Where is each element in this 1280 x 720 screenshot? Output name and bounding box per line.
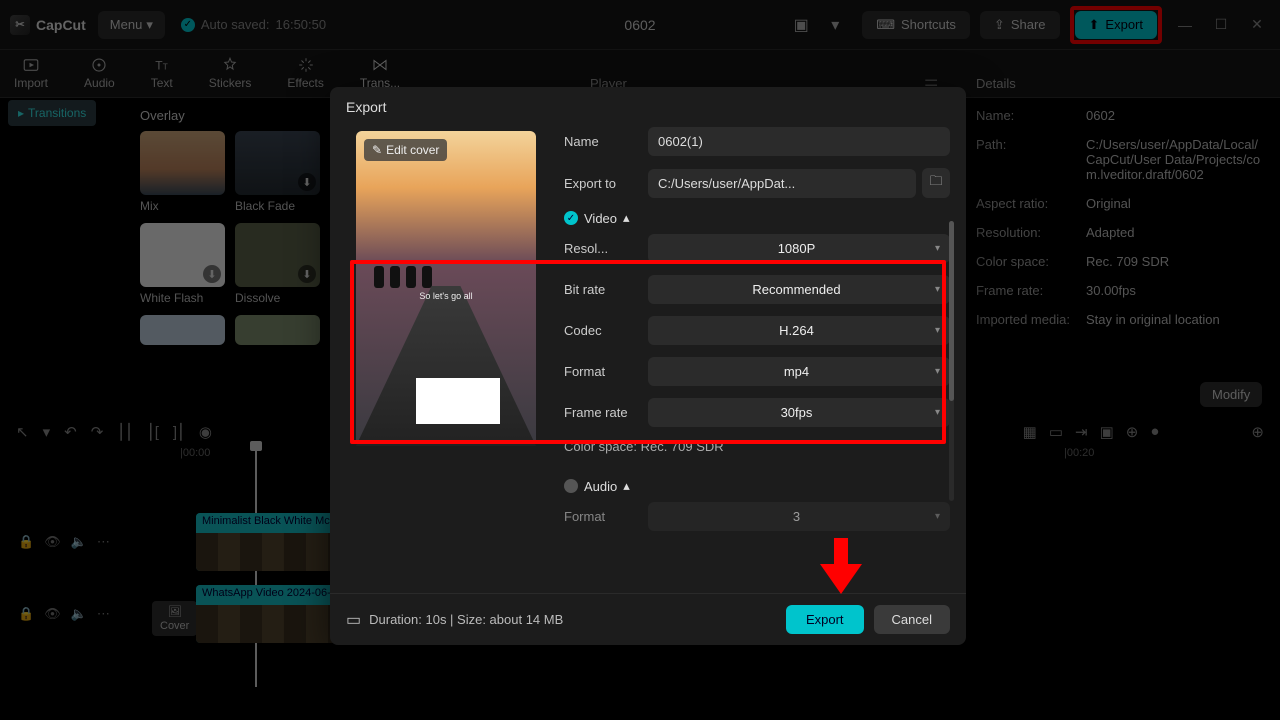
chevron-down-icon: ▾ [935,325,940,336]
export-name-input[interactable]: 0602(1) [648,127,950,156]
codec-select[interactable]: H.264▾ [648,316,950,345]
export-modal: Export ✎ Edit cover So let's go all Name… [330,87,966,645]
unchecked-icon [564,479,578,493]
chevron-down-icon: ▾ [935,243,940,254]
caret-up-icon: ▴ [623,478,630,494]
check-icon: ✓ [564,211,578,225]
colorspace-text: Color space: Rec. 709 SDR [564,439,950,454]
duration-info: ▭ Duration: 10s | Size: about 14 MB [346,610,563,630]
white-overlay [416,378,500,424]
caret-up-icon: ▴ [623,210,630,226]
chevron-down-icon: ▾ [935,511,940,522]
bitrate-select[interactable]: Recommended▾ [648,275,950,304]
audio-format-select[interactable]: 3▾ [648,502,950,531]
folder-icon: 🗀 [929,172,942,194]
cover-preview: ✎ Edit cover So let's go all [356,131,536,446]
resolution-select[interactable]: 1080P▾ [648,234,950,263]
modal-scrollbar[interactable] [949,221,954,501]
chevron-down-icon: ▾ [935,407,940,418]
edit-cover-button[interactable]: ✎ Edit cover [364,139,447,161]
browse-folder-button[interactable]: 🗀 [922,168,950,198]
chevron-down-icon: ▾ [935,366,940,377]
chevron-down-icon: ▾ [935,284,940,295]
cancel-button[interactable]: Cancel [874,605,950,634]
modal-title: Export [330,87,966,127]
export-confirm-button[interactable]: Export [786,605,864,634]
export-path-input[interactable]: C:/Users/user/AppDat... [648,169,916,198]
film-icon: ▭ [346,610,361,630]
format-select[interactable]: mp4▾ [648,357,950,386]
audio-section-toggle[interactable]: Audio ▴ [564,478,950,494]
video-section-toggle[interactable]: ✓ Video ▴ [564,210,950,226]
pencil-icon: ✎ [372,143,382,157]
framerate-select[interactable]: 30fps▾ [648,398,950,427]
